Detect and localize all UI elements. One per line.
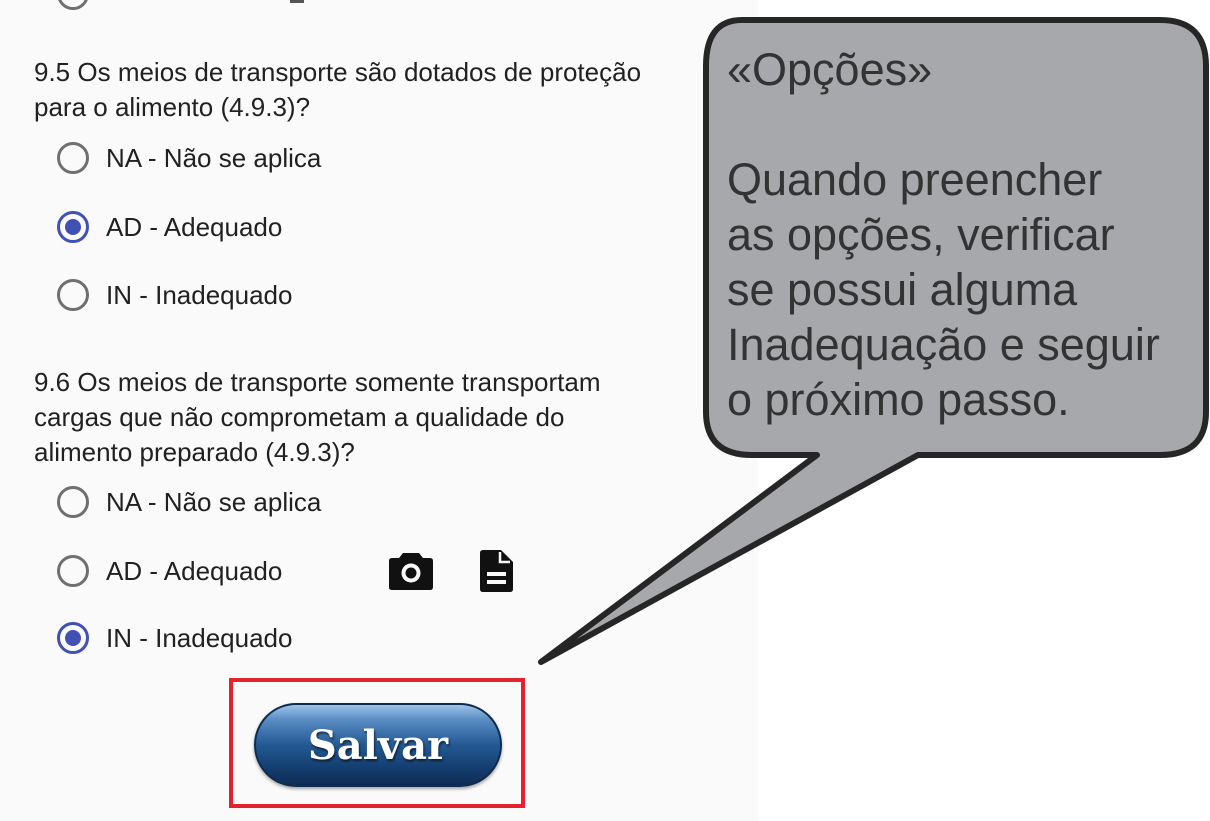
callout-title: «Opções»: [727, 44, 933, 95]
callout-text: «Opções» Quando preencher as opções, ver…: [727, 42, 1207, 427]
callout-line: se possui alguma: [727, 264, 1078, 315]
callout-line: as opções, verificar: [727, 209, 1115, 260]
callout-line: Inadequação e seguir: [727, 319, 1160, 370]
callout-line: Quando preencher: [727, 154, 1103, 205]
callout-spacer: [727, 97, 1207, 152]
callout-line: o próximo passo.: [727, 374, 1070, 425]
